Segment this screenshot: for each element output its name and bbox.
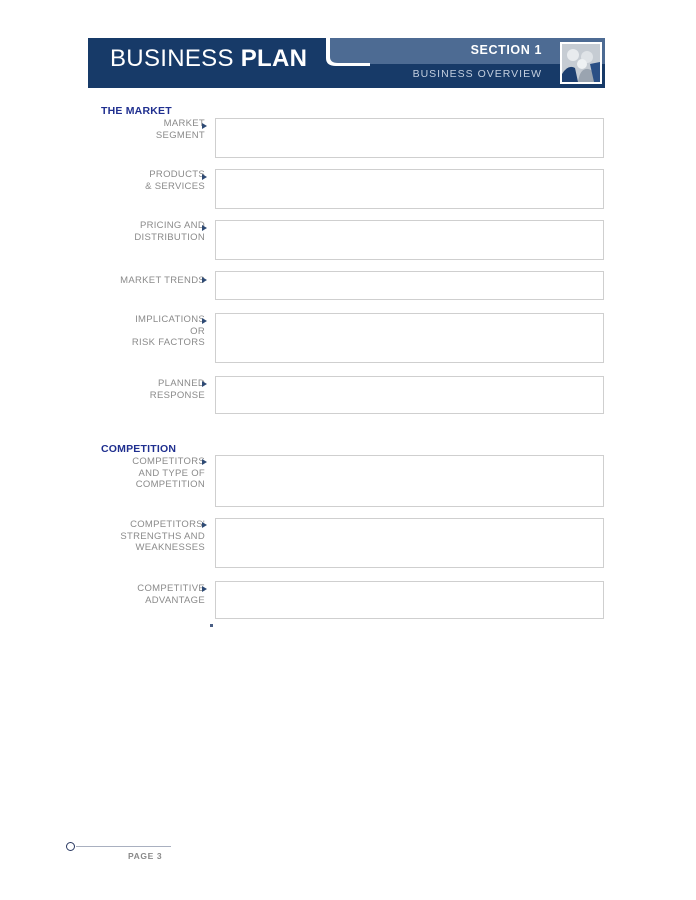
pricing-distribution-input[interactable]: [215, 220, 604, 260]
competitors-strengths-weaknesses-input[interactable]: [215, 518, 604, 568]
field-label: MARKET TRENDS: [120, 275, 205, 286]
triangle-right-icon: [202, 381, 207, 387]
banner-title-plan: PLAN: [240, 45, 308, 72]
triangle-right-icon: [202, 174, 207, 180]
competitive-advantage-input[interactable]: [215, 581, 604, 619]
footer-rule: [76, 846, 171, 847]
field-label: MARKET SEGMENT: [155, 118, 205, 141]
business-people-photo-icon: [560, 42, 602, 84]
page-number-label: PAGE 3: [128, 851, 163, 861]
banner-title: BUSINESS PLAN: [110, 47, 307, 71]
group-heading-competition: COMPETITION: [101, 443, 177, 455]
triangle-right-icon: [202, 586, 207, 592]
products-services-input[interactable]: [215, 169, 604, 209]
field-label: COMPETITORS' STRENGTHS AND WEAKNESSES: [120, 519, 205, 553]
group-heading-the-market: THE MARKET: [101, 105, 172, 117]
field-label: IMPLICATIONS OR RISK FACTORS: [131, 314, 205, 348]
field-label: COMPETITIVE ADVANTAGE: [137, 583, 205, 606]
competitors-type-input[interactable]: [215, 455, 604, 507]
triangle-right-icon: [202, 522, 207, 528]
page-header-banner: BUSINESS PLAN SECTION 1 BUSINESS OVERVIE…: [88, 38, 605, 88]
planned-response-input[interactable]: [215, 376, 604, 414]
banner-section-number: SECTION 1: [470, 43, 542, 57]
market-trends-input[interactable]: [215, 271, 604, 300]
field-label: PRICING AND DISTRIBUTION: [134, 220, 205, 243]
end-of-section-dot: [210, 624, 213, 627]
banner-subtitle: BUSINESS OVERVIEW: [412, 68, 542, 80]
field-label: PRODUCTS & SERVICES: [145, 169, 205, 192]
banner-swoosh-divider: [300, 38, 370, 88]
field-label: COMPETITORS AND TYPE OF COMPETITION: [132, 456, 205, 490]
page-footer: PAGE 3: [66, 838, 246, 866]
triangle-right-icon: [202, 277, 207, 283]
triangle-right-icon: [202, 318, 207, 324]
triangle-right-icon: [202, 123, 207, 129]
banner-title-business: BUSINESS: [110, 45, 234, 72]
triangle-right-icon: [202, 459, 207, 465]
triangle-right-icon: [202, 225, 207, 231]
footer-circle-icon: [66, 842, 75, 851]
implications-risk-factors-input[interactable]: [215, 313, 604, 363]
field-label: PLANNED RESPONSE: [149, 378, 205, 401]
market-segment-input[interactable]: [215, 118, 604, 158]
